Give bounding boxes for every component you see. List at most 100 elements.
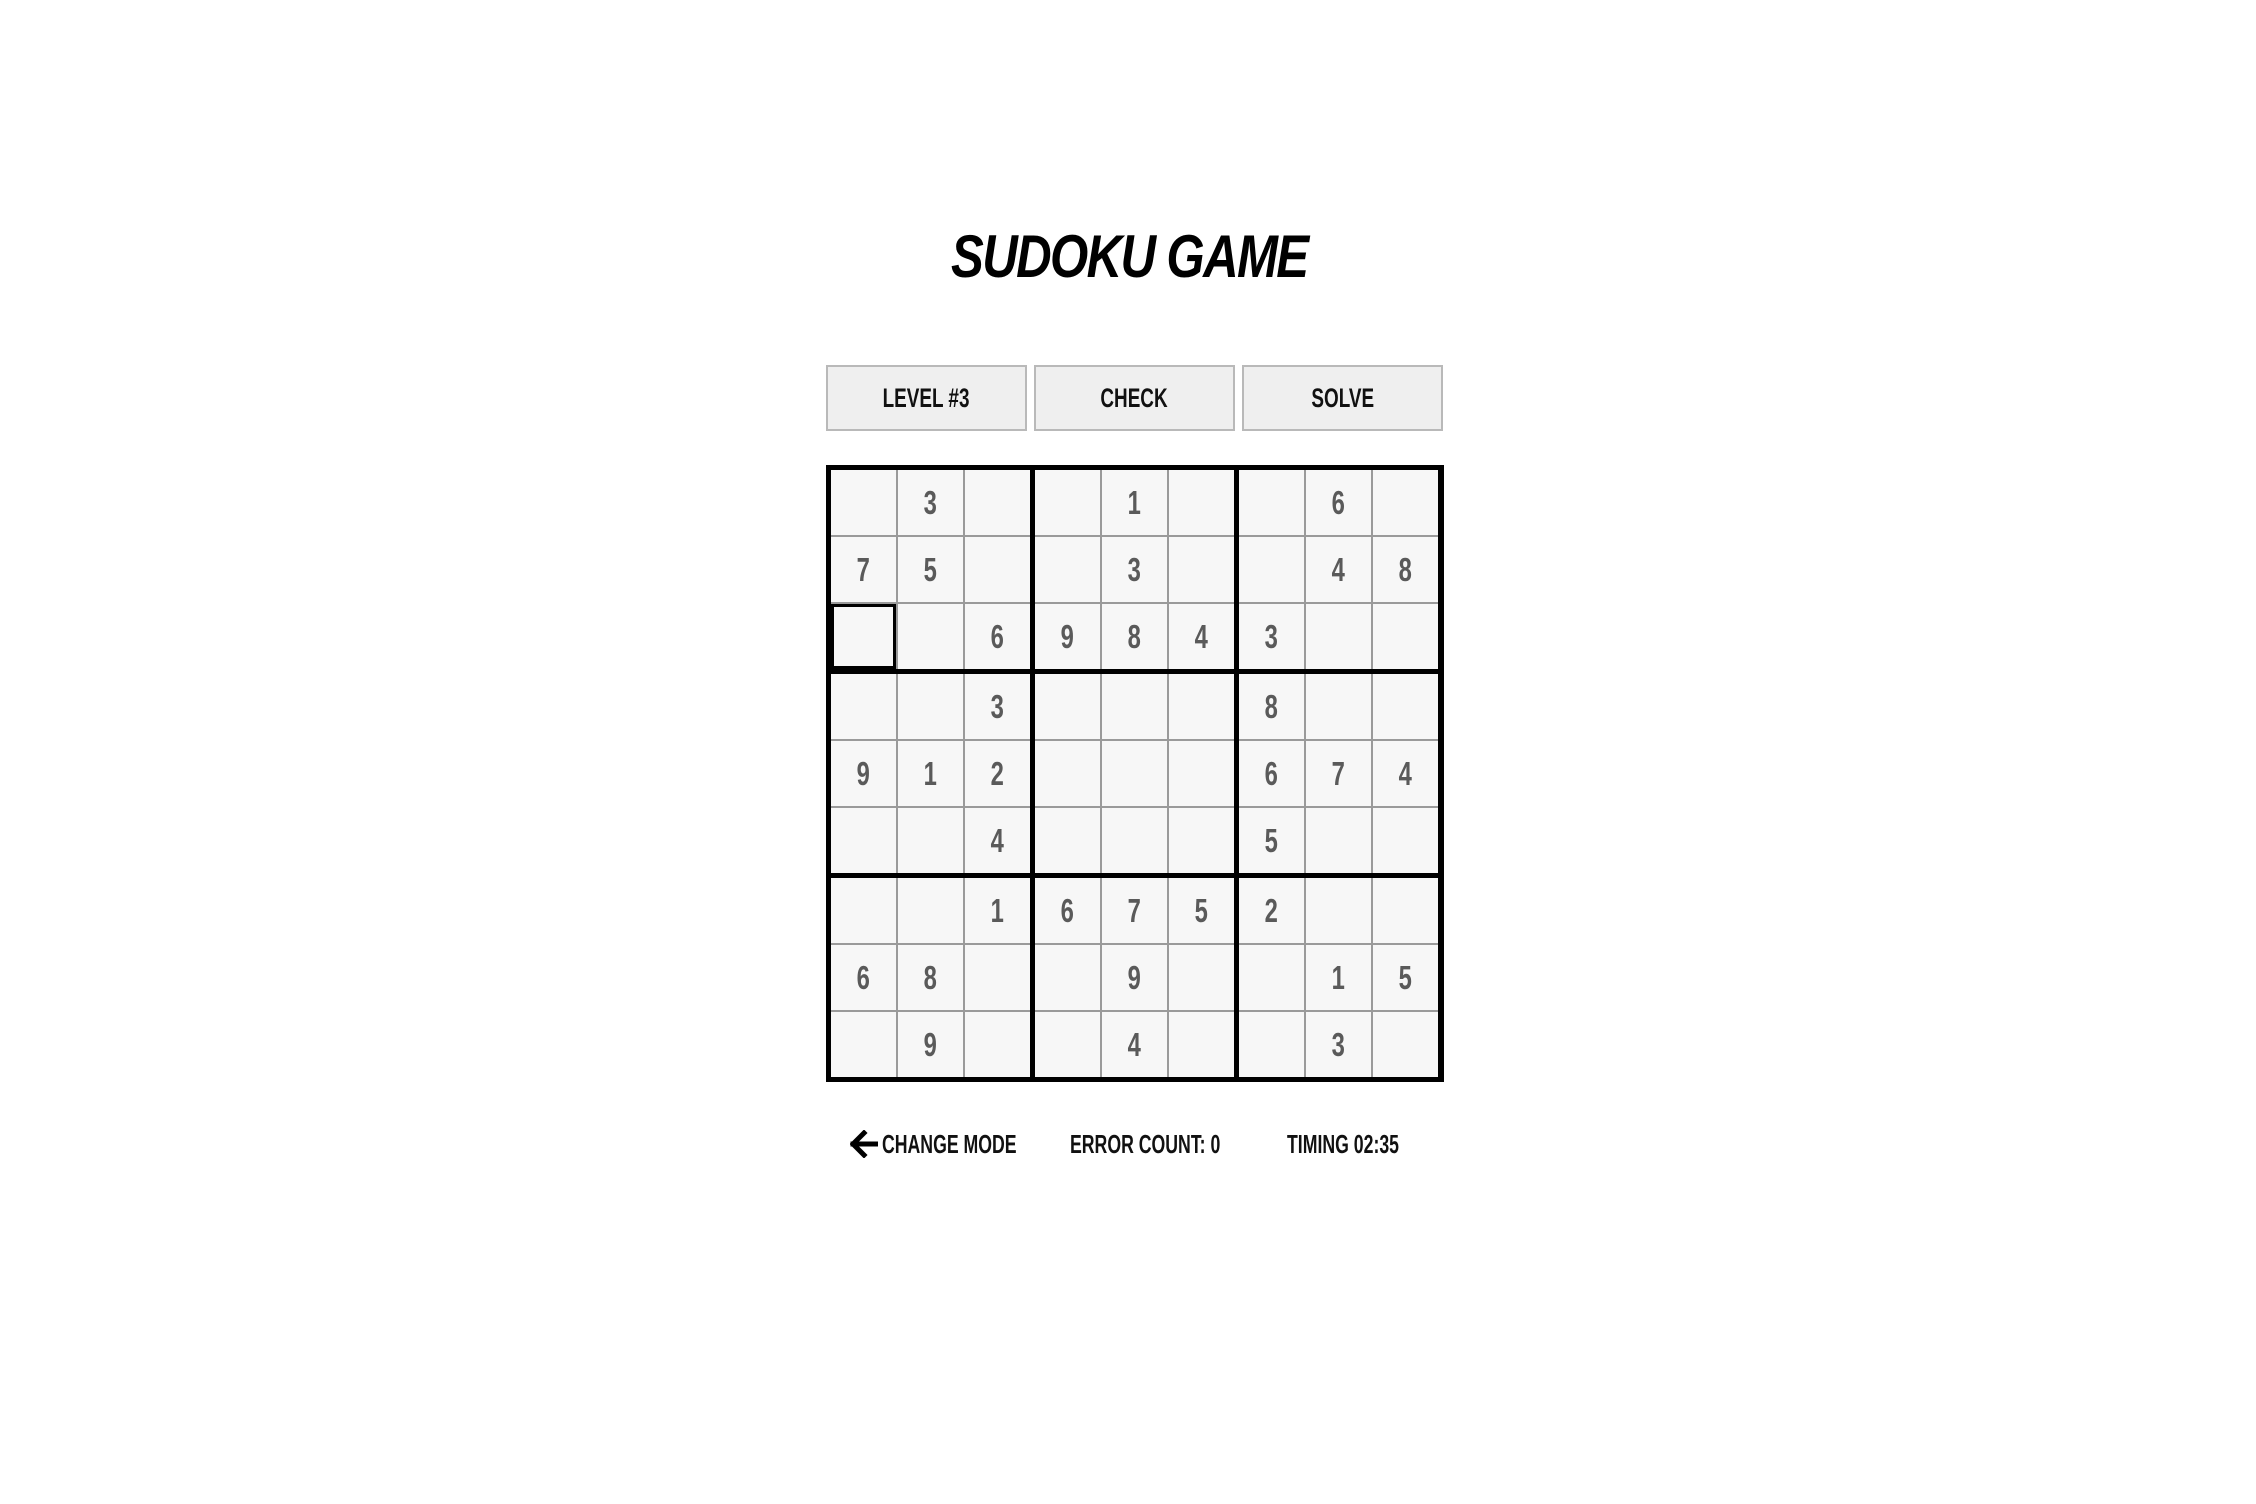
sudoku-cell[interactable] (1035, 741, 1100, 806)
sudoku-cell[interactable]: 7 (831, 537, 896, 602)
check-button[interactable]: CHECK (1034, 365, 1235, 431)
cell-value: 1 (1331, 958, 1346, 996)
sudoku-cell[interactable] (1373, 808, 1438, 873)
cell-value: 4 (1127, 1025, 1142, 1063)
cell-value: 2 (990, 754, 1005, 792)
sudoku-cell[interactable]: 4 (1169, 604, 1234, 669)
cell-value: 7 (1331, 754, 1346, 792)
sudoku-cell[interactable] (1035, 945, 1100, 1010)
sudoku-cell[interactable]: 6 (965, 604, 1030, 669)
cell-value: 5 (1398, 958, 1413, 996)
sudoku-cell[interactable] (1306, 674, 1371, 739)
sudoku-cell[interactable]: 9 (898, 1012, 963, 1077)
sudoku-cell[interactable] (965, 537, 1030, 602)
sudoku-cell[interactable] (898, 878, 963, 943)
sudoku-cell[interactable]: 3 (965, 674, 1030, 739)
sudoku-cell[interactable]: 4 (965, 808, 1030, 873)
arrow-left-icon (850, 1130, 878, 1158)
sudoku-cell[interactable]: 6 (1306, 470, 1371, 535)
sudoku-cell[interactable]: 1 (1306, 945, 1371, 1010)
sudoku-cell[interactable] (1239, 537, 1304, 602)
sudoku-cell[interactable]: 9 (831, 741, 896, 806)
solve-button[interactable]: SOLVE (1242, 365, 1443, 431)
sudoku-cell[interactable] (1102, 674, 1167, 739)
sudoku-cell[interactable] (831, 674, 896, 739)
sudoku-cell[interactable]: 7 (1102, 878, 1167, 943)
sudoku-cell[interactable]: 1 (898, 741, 963, 806)
sudoku-cell[interactable] (965, 1012, 1030, 1077)
sudoku-cell[interactable]: 5 (1239, 808, 1304, 873)
sudoku-cell[interactable] (1169, 537, 1234, 602)
sudoku-cell[interactable] (1169, 470, 1234, 535)
sudoku-cell[interactable] (1169, 808, 1234, 873)
sudoku-cell[interactable]: 3 (898, 470, 963, 535)
sudoku-cell[interactable] (1035, 808, 1100, 873)
sudoku-cell[interactable]: 2 (965, 741, 1030, 806)
sudoku-cell[interactable]: 3 (1239, 604, 1304, 669)
sudoku-cell[interactable]: 6 (831, 945, 896, 1010)
sudoku-cell[interactable]: 4 (1373, 741, 1438, 806)
sudoku-cell[interactable] (1373, 1012, 1438, 1077)
sudoku-cell[interactable] (831, 808, 896, 873)
sudoku-cell[interactable] (1239, 470, 1304, 535)
sudoku-cell[interactable]: 8 (1102, 604, 1167, 669)
sudoku-cell[interactable] (831, 1012, 896, 1077)
sudoku-cell[interactable] (1102, 741, 1167, 806)
cell-value: 3 (990, 687, 1005, 725)
sudoku-cell[interactable]: 3 (1306, 1012, 1371, 1077)
sudoku-cell[interactable]: 1 (965, 878, 1030, 943)
sudoku-cell[interactable]: 5 (1373, 945, 1438, 1010)
cell-value: 6 (990, 617, 1005, 655)
sudoku-cell[interactable]: 9 (1035, 604, 1100, 669)
sudoku-cell[interactable] (1035, 470, 1100, 535)
sudoku-cell[interactable] (1169, 1012, 1234, 1077)
sudoku-cell[interactable]: 5 (1169, 878, 1234, 943)
sudoku-cell[interactable]: 4 (1306, 537, 1371, 602)
cell-value: 3 (1264, 617, 1279, 655)
sudoku-cell[interactable] (1239, 1012, 1304, 1077)
sudoku-cell[interactable] (1373, 878, 1438, 943)
cell-value: 9 (1060, 617, 1075, 655)
page-title: SUDOKU GAME (951, 223, 1309, 290)
sudoku-cell[interactable] (898, 808, 963, 873)
sudoku-cell[interactable] (1306, 878, 1371, 943)
sudoku-cell[interactable] (1306, 604, 1371, 669)
sudoku-cell[interactable] (831, 470, 896, 535)
sudoku-cell[interactable] (898, 604, 963, 669)
cell-value: 9 (923, 1025, 938, 1063)
cell-value: 7 (856, 550, 871, 588)
level-button[interactable]: LEVEL #3 (826, 365, 1027, 431)
sudoku-cell[interactable] (1306, 808, 1371, 873)
sudoku-cell[interactable]: 1 (1102, 470, 1167, 535)
sudoku-cell[interactable]: 6 (1035, 878, 1100, 943)
sudoku-cell[interactable]: 3 (1102, 537, 1167, 602)
sudoku-cell[interactable] (965, 470, 1030, 535)
sudoku-cell[interactable]: 7 (1306, 741, 1371, 806)
sudoku-cell[interactable] (1373, 604, 1438, 669)
cell-value: 1 (990, 891, 1005, 929)
sudoku-cell[interactable]: 4 (1102, 1012, 1167, 1077)
sudoku-cell[interactable]: 8 (1239, 674, 1304, 739)
sudoku-cell[interactable] (1035, 537, 1100, 602)
sudoku-cell[interactable] (965, 945, 1030, 1010)
sudoku-cell[interactable] (1035, 1012, 1100, 1077)
sudoku-cell[interactable] (1239, 945, 1304, 1010)
sudoku-cell[interactable] (1169, 945, 1234, 1010)
sudoku-cell[interactable] (1035, 674, 1100, 739)
sudoku-cell[interactable]: 9 (1102, 945, 1167, 1010)
sudoku-cell[interactable]: 8 (1373, 537, 1438, 602)
sudoku-cell[interactable]: 2 (1239, 878, 1304, 943)
cell-value: 6 (1331, 483, 1346, 521)
sudoku-cell[interactable] (898, 674, 963, 739)
change-mode-button[interactable]: CHANGE MODE (850, 1122, 1080, 1166)
sudoku-cell[interactable] (1373, 674, 1438, 739)
sudoku-cell[interactable]: 6 (1239, 741, 1304, 806)
sudoku-cell[interactable] (1373, 470, 1438, 535)
sudoku-cell[interactable] (831, 878, 896, 943)
sudoku-cell[interactable] (1169, 674, 1234, 739)
sudoku-cell[interactable]: 5 (898, 537, 963, 602)
sudoku-cell[interactable]: 8 (898, 945, 963, 1010)
sudoku-cell[interactable] (831, 604, 896, 669)
sudoku-cell[interactable] (1102, 808, 1167, 873)
sudoku-cell[interactable] (1169, 741, 1234, 806)
